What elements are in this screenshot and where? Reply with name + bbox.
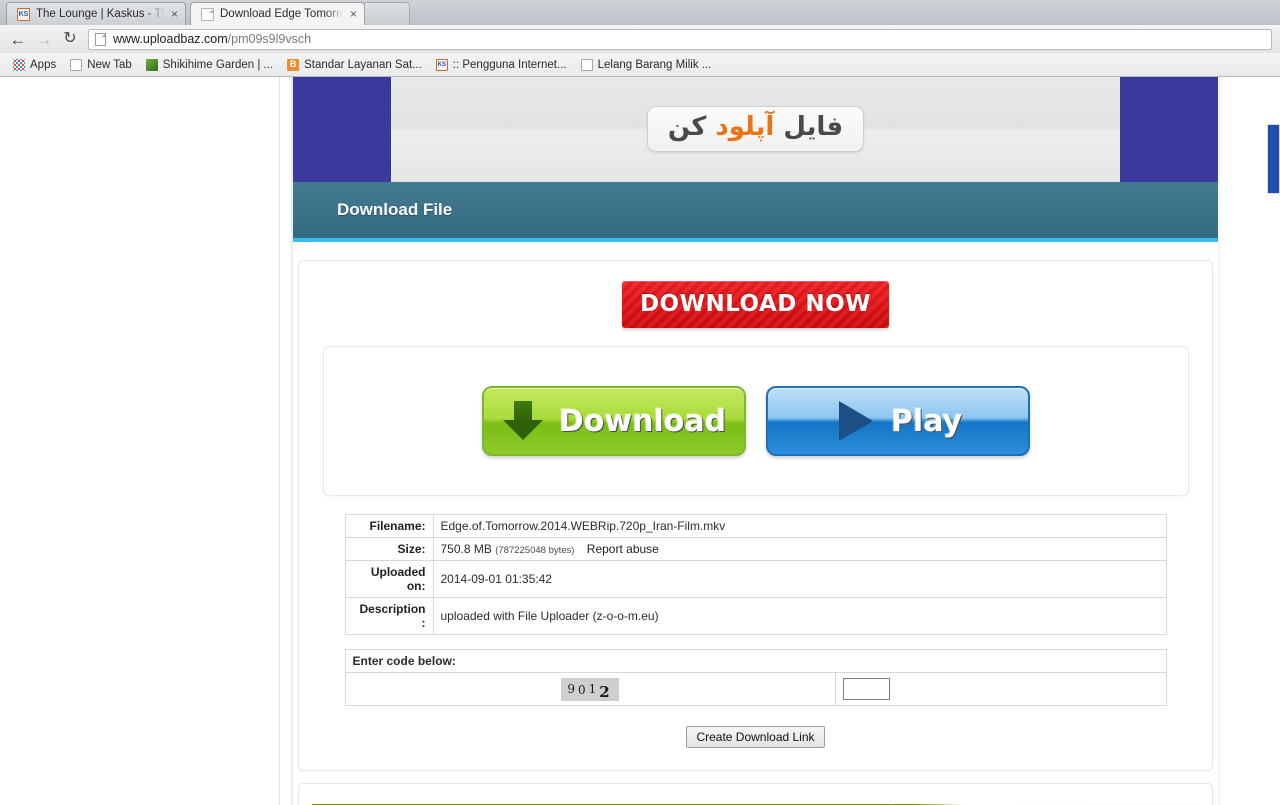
download-now-button[interactable]: DOWNLOAD NOW <box>622 281 889 328</box>
document-icon <box>580 58 593 71</box>
captcha-image: 9012 <box>561 677 619 701</box>
info-value-size: 750.8 MB (787225048 bytes) Report abuse <box>432 537 1167 561</box>
blogger-icon: B <box>287 58 300 71</box>
submit-row: Create Download Link <box>299 726 1212 748</box>
banner-left-block <box>293 77 391 182</box>
info-value-description: uploaded with File Uploader (z-o-o-m.eu) <box>432 597 1167 635</box>
action-buttons-panel: Download Play <box>322 346 1189 496</box>
info-key-uploaded-on: Uploaded on: <box>344 560 434 598</box>
captcha-digit: 2 <box>599 682 613 701</box>
bookmark-label: Apps <box>30 58 57 71</box>
captcha-heading: Enter code below: <box>344 649 1167 673</box>
browser-toolbar: ← → ↻ www.uploadbaz.com /pm09s9l9vsch <box>0 25 1280 53</box>
page-title: Download File <box>337 200 453 219</box>
bookmark-pengguna-internet[interactable]: KS :: Pengguna Internet... <box>429 55 574 74</box>
bookmark-label: New Tab <box>87 58 132 71</box>
download-arrow-icon <box>501 399 545 443</box>
url-host: www.uploadbaz.com <box>113 32 228 46</box>
tab-title: Download Edge Tomorrow <box>220 8 344 20</box>
bookmarks-bar: Apps New Tab Shikihime Garden | ... B St… <box>0 53 1280 77</box>
captcha-digit: 0 <box>577 682 589 697</box>
bookmark-shikihime[interactable]: Shikihime Garden | ... <box>139 55 280 74</box>
download-card: DOWNLOAD NOW Download Play Filename: Edg… <box>298 260 1213 771</box>
bookmark-standar-layanan[interactable]: B Standar Layanan Sat... <box>280 55 429 74</box>
bookmark-label: Standar Layanan Sat... <box>304 58 422 71</box>
logo-highlight: آپلود <box>715 112 775 142</box>
table-row: 9012 <box>344 672 1167 706</box>
site-banner: فایل آپلود کن <box>293 77 1218 182</box>
right-edge-widget[interactable] <box>1267 124 1280 194</box>
browser-chrome: KS The Lounge | Kaskus - The × Download … <box>0 0 1280 77</box>
bookmark-new-tab[interactable]: New Tab <box>63 55 139 74</box>
site-logo[interactable]: فایل آپلود کن <box>646 106 865 152</box>
browser-tab-download[interactable]: Download Edge Tomorrow × <box>190 2 365 25</box>
site-content: فایل آپلود کن Download File DOWNLOAD NOW… <box>292 77 1220 805</box>
url-path: /pm09s9l9vsch <box>227 32 312 46</box>
table-row: Size: 750.8 MB (787225048 bytes) Report … <box>344 537 1167 561</box>
captcha-input-cell <box>834 672 1167 706</box>
table-row: Description : uploaded with File Uploade… <box>344 597 1167 635</box>
download-now-row: DOWNLOAD NOW <box>299 281 1212 328</box>
kaskus-icon: KS <box>435 58 448 71</box>
tab-close-icon[interactable]: × <box>350 8 357 20</box>
document-icon <box>70 58 83 71</box>
play-triangle-icon <box>833 399 877 443</box>
bookmark-apps[interactable]: Apps <box>6 55 63 74</box>
download-button-label: Download <box>558 403 727 439</box>
captcha-digit: 1 <box>588 681 600 696</box>
bookmark-label: Shikihime Garden | ... <box>162 58 274 71</box>
captcha-table: Enter code below: 9012 <box>344 649 1167 706</box>
advertisement-card: 80 160 <box>298 783 1213 805</box>
captcha-digit: 9 <box>567 681 578 696</box>
create-download-link-button[interactable]: Create Download Link <box>686 726 825 748</box>
browser-tab-kaskus[interactable]: KS The Lounge | Kaskus - The × <box>6 2 186 25</box>
document-favicon-icon <box>201 7 214 21</box>
size-bytes: (787225048 bytes) <box>495 545 575 556</box>
report-abuse-link[interactable]: Report abuse <box>587 542 659 556</box>
page-divider <box>279 77 280 805</box>
info-key-description: Description : <box>344 597 434 635</box>
play-button-label: Play <box>890 403 963 439</box>
table-row: Uploaded on: 2014-09-01 01:35:42 <box>344 560 1167 598</box>
captcha-image-cell: 9012 <box>344 672 836 706</box>
tab-close-icon[interactable]: × <box>171 8 178 20</box>
forward-icon[interactable]: → <box>31 26 57 52</box>
logo-suffix: کن <box>667 112 716 142</box>
new-tab-button[interactable] <box>362 2 410 25</box>
download-button[interactable]: Download <box>481 386 746 456</box>
captcha-input[interactable] <box>842 678 890 700</box>
info-value-filename: Edge.of.Tomorrow.2014.WEBRip.720p_Iran-F… <box>432 514 1167 538</box>
table-row: Enter code below: <box>344 649 1167 673</box>
file-info-table: Filename: Edge.of.Tomorrow.2014.WEBRip.7… <box>344 514 1167 635</box>
tab-title: The Lounge | Kaskus - The <box>36 8 165 20</box>
page-title-bar: Download File <box>293 182 1218 242</box>
page-info-icon[interactable] <box>95 32 106 46</box>
kaskus-favicon-icon: KS <box>17 7 30 21</box>
logo-prefix: فایل <box>774 112 844 142</box>
table-row: Filename: Edge.of.Tomorrow.2014.WEBRip.7… <box>344 514 1167 538</box>
bookmark-lelang-barang[interactable]: Lelang Barang Milik ... <box>574 55 719 74</box>
banner-right-block <box>1120 77 1218 182</box>
bookmark-label: Lelang Barang Milik ... <box>597 58 712 71</box>
info-value-uploaded-on: 2014-09-01 01:35:42 <box>432 560 1167 598</box>
info-key-size: Size: <box>344 537 434 561</box>
reload-icon[interactable]: ↻ <box>57 26 83 52</box>
page-viewport: فایل آپلود کن Download File DOWNLOAD NOW… <box>0 77 1280 805</box>
shikihime-icon <box>145 58 158 71</box>
tab-strip: KS The Lounge | Kaskus - The × Download … <box>0 0 1280 25</box>
apps-grid-icon <box>13 58 25 71</box>
back-icon[interactable]: ← <box>5 26 31 52</box>
info-key-filename: Filename: <box>344 514 434 538</box>
address-bar[interactable]: www.uploadbaz.com /pm09s9l9vsch <box>88 28 1272 50</box>
size-value: 750.8 MB <box>440 542 492 556</box>
banner-center: فایل آپلود کن <box>391 77 1120 182</box>
bookmark-label: :: Pengguna Internet... <box>452 58 567 71</box>
play-button[interactable]: Play <box>765 386 1030 456</box>
